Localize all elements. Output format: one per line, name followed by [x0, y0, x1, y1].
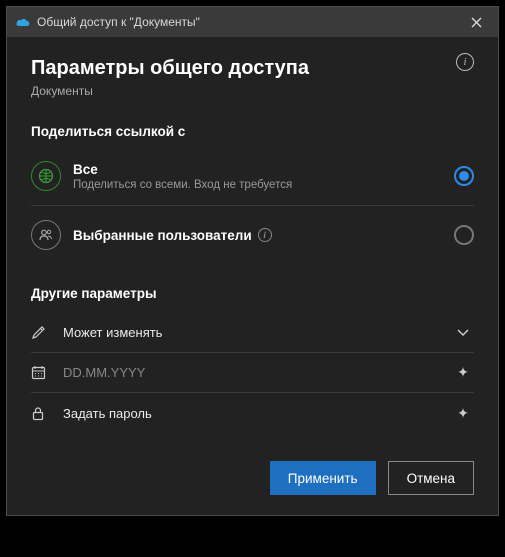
share-option-selected-users[interactable]: Выбранные пользователи i [31, 210, 474, 260]
radio-everyone[interactable] [454, 166, 474, 186]
pencil-icon [31, 325, 53, 340]
other-params-label: Другие параметры [31, 286, 474, 301]
permission-label: Может изменять [63, 325, 452, 340]
premium-icon: ✦ [452, 364, 474, 381]
dialog-body: Параметры общего доступа i Документы Под… [7, 37, 498, 515]
expiry-row[interactable]: DD.MM.YYYY ✦ [31, 353, 474, 393]
expiry-placeholder: DD.MM.YYYY [63, 365, 452, 380]
password-row[interactable]: Задать пароль ✦ [31, 393, 474, 433]
close-button[interactable] [464, 10, 488, 34]
users-icon [31, 220, 61, 250]
option-selected-users-title: Выбранные пользователи [73, 228, 252, 243]
share-with-label: Поделиться ссылкой с [31, 124, 474, 139]
radio-selected-users[interactable] [454, 225, 474, 245]
info-icon-small[interactable]: i [258, 228, 272, 242]
password-label: Задать пароль [63, 406, 452, 421]
option-everyone-title: Все [73, 162, 454, 177]
footer: Применить Отмена [31, 461, 474, 495]
page-title: Параметры общего доступа [31, 57, 456, 80]
page-subtitle: Документы [31, 84, 474, 98]
share-dialog: Общий доступ к "Документы" Параметры общ… [6, 6, 499, 516]
onedrive-icon [15, 16, 31, 28]
option-everyone-desc: Поделиться со всеми. Вход не требуется [73, 179, 454, 191]
share-option-everyone[interactable]: Все Поделиться со всеми. Вход не требует… [31, 151, 474, 201]
premium-icon: ✦ [452, 405, 474, 422]
titlebar: Общий доступ к "Документы" [7, 7, 498, 37]
window-title: Общий доступ к "Документы" [37, 15, 464, 29]
calendar-icon [31, 365, 53, 380]
permission-row[interactable]: Может изменять [31, 313, 474, 353]
chevron-down-icon [452, 329, 474, 337]
cancel-button[interactable]: Отмена [388, 461, 474, 495]
lock-icon [31, 406, 53, 421]
apply-button[interactable]: Применить [270, 461, 376, 495]
divider [31, 205, 474, 206]
info-icon[interactable]: i [456, 53, 474, 71]
globe-icon [31, 161, 61, 191]
